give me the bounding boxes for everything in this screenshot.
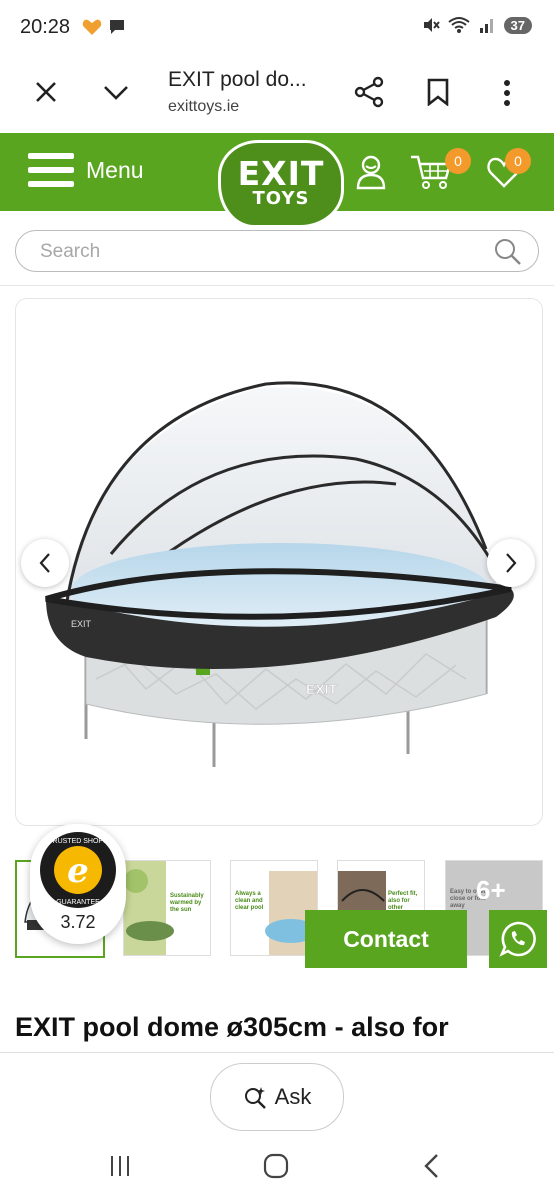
status-bar: 20:28 37 (0, 0, 554, 56)
bookmark-icon[interactable] (426, 78, 450, 106)
signal-icon (479, 19, 493, 33)
browser-page-title: EXIT pool do... (168, 68, 307, 91)
heart-notification-icon (82, 19, 102, 35)
browser-toolbar: EXIT pool do... exittoys.ie (0, 56, 554, 132)
search-icon[interactable] (494, 238, 522, 266)
whatsapp-button[interactable] (489, 910, 547, 968)
svg-text:GUARANTEE: GUARANTEE (56, 899, 100, 906)
logo-text-exit: EXIT (237, 154, 325, 193)
pool-dome-product-image: EXIT EXIT (45, 381, 514, 767)
browser-url[interactable]: exittoys.ie (168, 98, 239, 116)
ask-button[interactable]: Ask (210, 1063, 344, 1131)
chevron-right-icon (506, 553, 517, 573)
hamburger-menu-icon[interactable] (28, 153, 74, 189)
next-image-button[interactable] (487, 539, 535, 587)
thumbnail-2[interactable]: Sustainably warmed by the sun (123, 860, 211, 956)
chevron-left-icon (39, 553, 50, 573)
menu-label[interactable]: Menu (86, 157, 144, 184)
ask-label: Ask (274, 1084, 312, 1109)
trusted-shops-score: 3.72 (60, 912, 96, 932)
ask-sparkle-search-icon (244, 1087, 266, 1109)
chat-notification-icon (110, 20, 124, 34)
system-navigation-bar (0, 1140, 554, 1200)
trusted-shops-seal-icon: e TRUSTED SHOPS GUARANTEE (40, 832, 116, 908)
wifi-icon (447, 17, 470, 33)
mute-icon (423, 18, 440, 32)
battery-indicator: 37 (503, 16, 532, 34)
thumbnail-caption: Sustainably warmed by the sun (170, 893, 204, 913)
account-icon[interactable] (356, 154, 386, 190)
system-icons: 37 (422, 16, 532, 34)
product-image-frame[interactable]: EXIT EXIT (15, 298, 543, 826)
svg-text:EXIT: EXIT (306, 681, 338, 697)
more-images-count: 6+ (476, 875, 506, 905)
status-time: 20:28 (20, 16, 71, 38)
search-bar (15, 230, 539, 272)
notification-icons (82, 18, 126, 36)
share-icon[interactable] (354, 76, 384, 108)
divider (0, 285, 554, 286)
exit-toys-logo[interactable]: EXIT TOYS (218, 140, 344, 228)
previous-image-button[interactable] (21, 539, 69, 587)
trusted-shops-badge[interactable]: e TRUSTED SHOPS GUARANTEE 3.72 (30, 824, 126, 944)
home-icon[interactable] (262, 1152, 290, 1180)
search-input[interactable] (38, 237, 482, 267)
more-options-icon[interactable] (500, 78, 514, 108)
back-icon[interactable] (422, 1152, 440, 1180)
chevron-down-icon[interactable] (102, 82, 130, 102)
thumbnail-caption: Always a clean and clear pool (235, 891, 264, 911)
close-icon[interactable] (34, 80, 58, 104)
product-title: EXIT pool dome ø305cm - also for (15, 1012, 449, 1042)
svg-text:EXIT: EXIT (71, 619, 92, 629)
cart-count-badge: 0 (445, 148, 471, 174)
wishlist-count-badge: 0 (505, 148, 531, 174)
logo-text-toys: TOYS (252, 188, 310, 209)
svg-text:e: e (67, 851, 89, 891)
contact-button[interactable]: Contact (305, 910, 467, 968)
recent-apps-icon[interactable] (108, 1154, 132, 1178)
whatsapp-icon (499, 921, 536, 957)
svg-text:TRUSTED SHOPS: TRUSTED SHOPS (48, 838, 108, 845)
